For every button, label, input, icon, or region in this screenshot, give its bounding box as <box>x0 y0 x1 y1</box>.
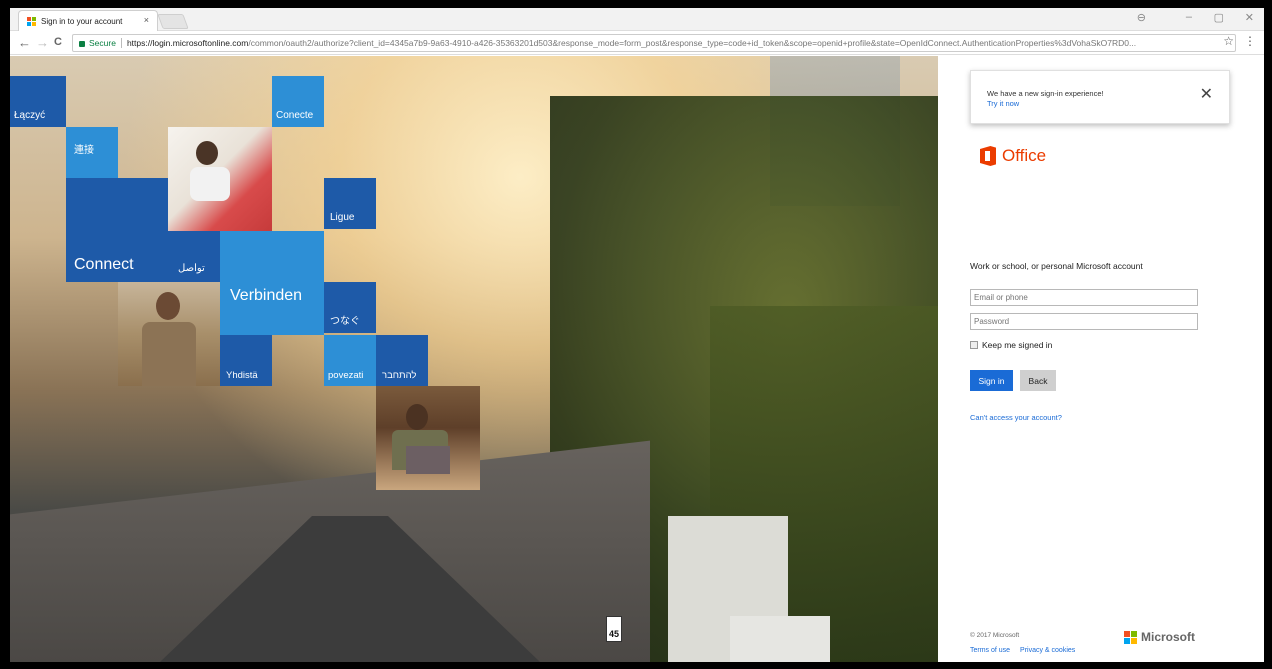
terms-link[interactable]: Terms of use <box>970 647 1010 654</box>
tile-lehitkaber: להתחבר <box>376 335 428 386</box>
office-wordmark: Office <box>1002 146 1047 165</box>
back-button[interactable]: Back <box>1020 370 1056 391</box>
speed-sign: 45 <box>606 616 622 642</box>
photo-man-smartphone <box>118 282 220 386</box>
profile-icon[interactable]: ⊖ <box>1137 11 1146 24</box>
url-host: https://login.microsoftonline.com <box>126 38 249 48</box>
try-it-now-link[interactable]: Try it now <box>987 99 1019 108</box>
tile-connect: Connect <box>66 178 168 282</box>
tile-connect-label: Connect <box>74 256 134 273</box>
tile-povezati: povezati <box>324 335 376 386</box>
tab-title: Sign in to your account <box>41 16 123 26</box>
microsoft-grid-icon <box>1124 630 1137 644</box>
tile-ligue-label: Ligue <box>330 212 355 223</box>
tile-tsunagu-label: つなぐ <box>330 316 360 327</box>
sign-in-button[interactable]: Sign in <box>970 370 1013 391</box>
photo-man-laptop <box>376 386 480 490</box>
microsoft-favicon-icon <box>27 16 36 26</box>
window-close-icon[interactable]: ✕ <box>1245 11 1254 24</box>
minimize-icon[interactable]: – <box>1186 11 1192 23</box>
address-bar[interactable]: Secure https://login.microsoftonline.com… <box>72 34 1236 52</box>
tile-yhdista-label: Yhdistä <box>226 370 258 381</box>
browser-tab[interactable]: Sign in to your account × <box>18 10 158 31</box>
tile-laczyc: Łączyć <box>10 76 66 127</box>
tile-verbinden: Verbinden <box>220 231 324 335</box>
photo-woman-reading <box>168 127 272 231</box>
new-experience-notice: We have a new sign-in experience! Try it… <box>970 70 1230 124</box>
footer-links: Terms of use Privacy & cookies <box>970 647 1083 654</box>
lock-icon <box>79 41 85 47</box>
notice-text: We have a new sign-in experience! <box>987 89 1104 98</box>
notice-close-icon[interactable]: ✕ <box>1200 87 1213 103</box>
cant-access-link[interactable]: Can't access your account? <box>970 413 1062 422</box>
office-icon <box>980 146 996 166</box>
tile-lehitkaber-label: להתחבר <box>382 370 417 381</box>
back-arrow-icon[interactable]: ← <box>18 35 31 50</box>
browser-window: Sign in to your account × ⊖ – ▢ ✕ ← → C … <box>10 8 1264 662</box>
privacy-link[interactable]: Privacy & cookies <box>1020 647 1075 654</box>
bookmark-star-icon[interactable]: ☆ <box>1223 34 1234 48</box>
forward-arrow-icon[interactable]: → <box>36 35 49 50</box>
hero-background-image: 45 Łączyć Conecte 連接 Ligue Connect تواصل… <box>10 56 938 662</box>
page-content: 45 Łączyć Conecte 連接 Ligue Connect تواصل… <box>10 56 1264 662</box>
tab-strip: Sign in to your account × ⊖ – ▢ ✕ <box>10 8 1264 31</box>
tile-lianjie: 連接 <box>66 127 118 178</box>
address-divider <box>120 38 122 48</box>
navigation-bar: ← → C Secure https://login.microsoftonli… <box>10 31 1264 55</box>
tile-tsunagu: つなぐ <box>324 282 376 333</box>
email-field[interactable] <box>970 289 1198 306</box>
reload-icon[interactable]: C <box>54 36 62 48</box>
keep-signed-in-checkbox[interactable] <box>970 341 978 349</box>
tile-tawasal: تواصل <box>168 231 220 282</box>
office-logo: Office <box>980 146 1046 166</box>
tile-ligue: Ligue <box>324 178 376 229</box>
signin-panel: We have a new sign-in experience! Try it… <box>938 56 1264 662</box>
tile-conecte-label: Conecte <box>276 110 314 121</box>
tab-close-icon[interactable]: × <box>144 15 149 25</box>
keep-signed-in-label: Keep me signed in <box>982 340 1053 350</box>
tile-yhdista: Yhdistä <box>220 335 272 386</box>
tile-verbinden-label: Verbinden <box>230 287 303 304</box>
url-path: /common/oauth2/authorize?client_id=4345a… <box>248 38 1137 48</box>
tile-lianjie-label: 連接 <box>74 145 94 156</box>
tile-tawasal-label: تواصل <box>178 263 205 274</box>
microsoft-logo: Microsoft <box>1124 630 1195 644</box>
copyright: © 2017 Microsoft <box>970 632 1020 639</box>
microsoft-wordmark: Microsoft <box>1141 630 1195 644</box>
keep-signed-in[interactable]: Keep me signed in <box>970 340 1052 350</box>
tile-laczyc-label: Łączyć <box>14 110 46 121</box>
tile-povezati-label: povezati <box>328 370 364 381</box>
browser-menu-icon[interactable]: ⋮ <box>1244 34 1256 48</box>
tile-conecte: Conecte <box>272 76 324 127</box>
secure-label: Secure <box>89 38 116 48</box>
account-type-label: Work or school, or personal Microsoft ac… <box>970 261 1143 271</box>
restore-icon[interactable]: ▢ <box>1214 11 1224 24</box>
password-field[interactable] <box>970 313 1198 330</box>
concrete-barrier <box>730 616 830 662</box>
new-tab-button[interactable] <box>157 14 189 29</box>
